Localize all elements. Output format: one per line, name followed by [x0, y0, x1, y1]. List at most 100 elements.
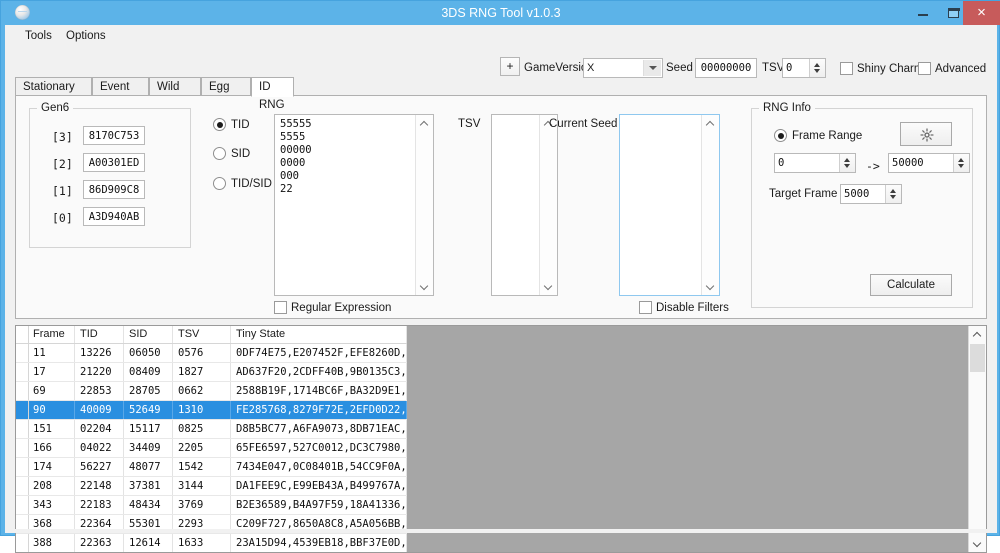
radio-tid-sid[interactable]: TID/SID: [213, 177, 272, 191]
cell-tiny-state: 2588B19F,1714BC6F,BA32D9E1,86434423: [231, 382, 407, 400]
gen6-index-0: [0]: [52, 211, 73, 225]
scroll-down-icon[interactable]: [416, 278, 433, 295]
cell-tid: 22853: [75, 382, 124, 400]
frame-to-value: 50000: [892, 157, 924, 169]
table-row[interactable]: 174 56227 48077 1542 7434E047,0C08401B,54CC9…: [16, 458, 407, 477]
cell-tiny-state: D8B5BC77,A6FA9073,8DB71EAC,B9620FCF: [231, 420, 407, 438]
table-row[interactable]: 388 22363 12614 1633 23A15D94,4539EB18,BBF37…: [16, 534, 407, 552]
table-row[interactable]: 11 13226 06050 0576 0DF74E75,E207452F,EFE826…: [16, 344, 407, 363]
tsv-list[interactable]: [491, 114, 558, 296]
cell-frame: 388: [28, 534, 75, 552]
tid-list-input[interactable]: 55555 5555 00000 0000 000 22: [274, 114, 434, 296]
results-grid[interactable]: Frame TID SID TSV Tiny State 11 13226 0605…: [15, 325, 987, 553]
menu-tools[interactable]: Tools: [19, 28, 58, 44]
radio-tid[interactable]: TID: [213, 118, 250, 132]
cell-tsv: 1310: [173, 401, 231, 419]
regular-expression-checkbox[interactable]: Regular Expression: [274, 301, 391, 315]
tsv-stepper[interactable]: 0: [782, 58, 826, 78]
gen6-value-0[interactable]: A3D940AB: [83, 207, 145, 226]
target-frame-spin-buttons[interactable]: [885, 185, 901, 203]
chevron-down-icon: [649, 66, 657, 70]
radio-sid[interactable]: SID: [213, 147, 250, 161]
menu-bar: Tools Options: [5, 25, 997, 47]
rng-info-title: RNG Info: [759, 102, 815, 114]
cell-sid: 37381: [124, 477, 173, 495]
target-frame-stepper[interactable]: 5000: [840, 184, 902, 204]
tsv-list-scrollbar[interactable]: [539, 115, 557, 295]
gen6-value-2[interactable]: A00301ED: [83, 153, 145, 172]
cell-tiny-state: 65FE6597,527C0012,DC3C7980,E714CAC2: [231, 439, 407, 457]
current-seed-list[interactable]: [619, 114, 720, 296]
cell-sid: 15117: [124, 420, 173, 438]
gen6-index-3: [3]: [52, 130, 73, 144]
table-row[interactable]: 69 22853 28705 0662 2588B19F,1714BC6F,BA32D9…: [16, 382, 407, 401]
column-header-tsv[interactable]: TSV: [173, 326, 231, 343]
table-row[interactable]: 151 02204 15117 0825 D8B5BC77,A6FA9073,8DB71…: [16, 420, 407, 439]
status-bar: [5, 529, 997, 533]
cell-sid: 48077: [124, 458, 173, 476]
cell-tiny-state: B2E36589,B4A97F59,18A41336,FBE9AA29: [231, 496, 407, 514]
cell-tsv: 0576: [173, 344, 231, 362]
tab-stationary-rng[interactable]: Stationary RNG: [15, 77, 92, 111]
column-header-frame[interactable]: Frame: [28, 326, 75, 343]
scroll-down-icon[interactable]: [702, 278, 719, 295]
tid-list-scrollbar[interactable]: [415, 115, 433, 295]
seed-input[interactable]: 00000000: [695, 58, 757, 78]
cell-frame: 69: [28, 382, 75, 400]
frame-to-spin-buttons[interactable]: [953, 154, 969, 172]
cell-sid: 34409: [124, 439, 173, 457]
table-row[interactable]: 166 04022 34409 2205 65FE6597,527C0012,DC3C7…: [16, 439, 407, 458]
current-seed-text: [620, 115, 702, 295]
cell-sid: 12614: [124, 534, 173, 552]
column-header-tid[interactable]: TID: [75, 326, 124, 343]
advanced-checkbox[interactable]: Advanced: [918, 62, 986, 76]
table-row[interactable]: 343 22183 48434 3769 B2E36589,B4A97F59,18A41…: [16, 496, 407, 515]
table-row[interactable]: 17 21220 08409 1827 AD637F20,2CDFF40B,9B0135…: [16, 363, 407, 382]
add-button[interactable]: +: [500, 57, 520, 76]
current-seed-scrollbar[interactable]: [701, 115, 719, 295]
scroll-down-icon[interactable]: [540, 278, 557, 295]
table-row[interactable]: 208 22148 37381 3144 DA1FEE9C,E99EB43A,B4997…: [16, 477, 407, 496]
settings-button[interactable]: [900, 122, 952, 146]
target-frame-label: Target Frame: [769, 188, 838, 200]
scroll-up-icon[interactable]: [416, 115, 433, 132]
frame-from-stepper[interactable]: 0: [774, 153, 856, 173]
calculate-button[interactable]: Calculate: [870, 274, 952, 296]
scroll-down-icon[interactable]: [969, 535, 986, 552]
tab-egg-rng[interactable]: Egg RNG: [201, 77, 251, 111]
cell-tsv: 1542: [173, 458, 231, 476]
gen6-group: Gen6 [3] 8170C753 [2] A00301ED [1] 86D90…: [29, 102, 191, 248]
tab-id-rng[interactable]: ID RNG: [251, 77, 294, 111]
gameversion-select[interactable]: X: [583, 58, 663, 78]
scroll-up-icon[interactable]: [969, 326, 986, 343]
frame-from-spin-buttons[interactable]: [839, 154, 855, 172]
shiny-charm-checkbox[interactable]: Shiny Charm: [840, 62, 923, 76]
menu-options[interactable]: Options: [60, 28, 112, 44]
disable-filters-checkbox[interactable]: Disable Filters: [639, 301, 729, 315]
cell-tsv: 2205: [173, 439, 231, 457]
tab-wild-rng[interactable]: Wild RNG: [149, 77, 201, 111]
gen6-value-1[interactable]: 86D909C8: [83, 180, 145, 199]
cell-tiny-state: 23A15D94,4539EB18,BBF37E0D,79379E1A: [231, 534, 407, 552]
column-header-tiny-state[interactable]: Tiny State: [231, 326, 407, 343]
results-grid-body[interactable]: Frame TID SID TSV Tiny State 11 13226 0605…: [16, 326, 407, 552]
gen6-index-2: [2]: [52, 157, 73, 171]
tsv-spin-buttons[interactable]: [809, 59, 825, 77]
frame-to-stepper[interactable]: 50000: [888, 153, 970, 173]
column-header-sid[interactable]: SID: [124, 326, 173, 343]
close-button[interactable]: [963, 1, 1000, 25]
table-row[interactable]: 90 40009 52649 1310 FE285768,8279F72E,2EFD0D…: [16, 401, 407, 420]
scrollbar-thumb[interactable]: [970, 344, 985, 372]
gen6-index-1: [1]: [52, 184, 73, 198]
app-window: 3DS RNG Tool v1.0.3 Tools Options + Game…: [0, 0, 1000, 553]
tsv-panel-label: TSV: [458, 118, 481, 130]
frame-from-value: 0: [778, 157, 785, 169]
scroll-up-icon[interactable]: [702, 115, 719, 132]
tab-event-rng[interactable]: Event RNG: [92, 77, 149, 111]
results-grid-scrollbar[interactable]: [968, 326, 986, 552]
cell-tid: 21220: [75, 363, 124, 381]
gen6-value-3[interactable]: 8170C753: [83, 126, 145, 145]
gen6-title: Gen6: [37, 102, 74, 114]
radio-frame-range[interactable]: Frame Range: [774, 129, 862, 143]
minimize-button[interactable]: [907, 1, 938, 25]
